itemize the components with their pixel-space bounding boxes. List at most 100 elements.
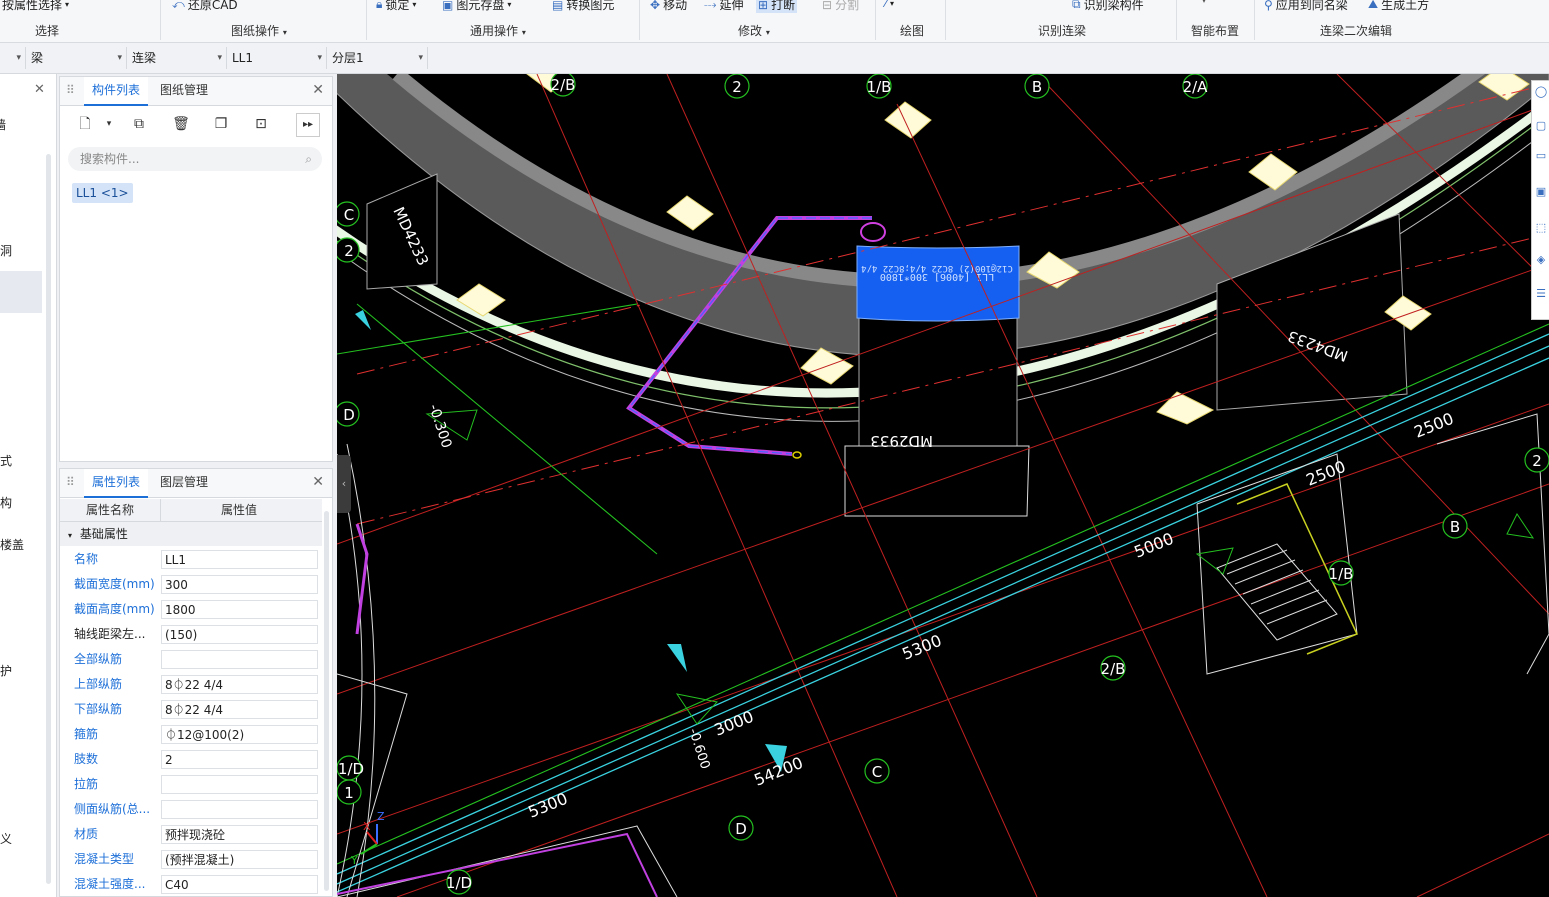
- close-icon[interactable]: ✕: [312, 82, 324, 98]
- component-selector[interactable]: LL1 ▾: [228, 47, 327, 69]
- chevron-down-icon: ▾: [412, 0, 417, 9]
- lock-button[interactable]: 🔒︎ 锁定 ▾: [376, 0, 416, 13]
- property-value-field[interactable]: [161, 650, 318, 669]
- property-row[interactable]: 混凝土强度... C40: [60, 872, 322, 897]
- draw-tool-button[interactable]: ⁄ ▾: [885, 0, 894, 10]
- property-row[interactable]: 肢数 2: [60, 747, 322, 772]
- property-value-field[interactable]: [161, 775, 318, 794]
- property-scrollbar[interactable]: [324, 511, 329, 891]
- property-row[interactable]: 截面宽度(mm) 300: [60, 572, 322, 597]
- property-value-field[interactable]: LL1: [161, 550, 318, 569]
- component-value: LL1: [232, 51, 254, 65]
- magenta-left-rebar: [355, 523, 369, 635]
- split-button[interactable]: ⊟ 分割: [822, 0, 859, 13]
- extend-button[interactable]: ⤏ 延伸: [704, 0, 744, 13]
- left-nav-scrollbar[interactable]: [46, 154, 51, 884]
- axis-label: 1/D: [446, 874, 472, 892]
- new-component-icon[interactable]: 🗋︎: [74, 113, 96, 135]
- group-label-common-ops[interactable]: 通用操作 ▾: [470, 22, 526, 39]
- box-select-icon[interactable]: ⬚: [1534, 221, 1548, 241]
- left-nav-selected-item[interactable]: [0, 271, 42, 313]
- property-value-field[interactable]: 300: [161, 575, 318, 594]
- panel-collapse-handle[interactable]: ‹: [337, 455, 351, 513]
- tab-drawing-management[interactable]: 图纸管理: [152, 77, 216, 104]
- delete-icon[interactable]: 🗑︎: [170, 113, 192, 135]
- top-view-icon[interactable]: ▣: [1534, 185, 1548, 205]
- left-nav-item[interactable]: 楼盖: [0, 536, 24, 553]
- layer-selector[interactable]: 分层1 ▾: [328, 47, 428, 69]
- left-nav-item[interactable]: 洞: [0, 242, 12, 259]
- tab-component-list[interactable]: 构件列表: [84, 77, 149, 106]
- floor-selector[interactable]: ▾: [0, 47, 26, 69]
- property-name: 下部纵筋: [74, 702, 123, 716]
- property-row[interactable]: 拉筋: [60, 772, 322, 797]
- type-selector[interactable]: 连梁 ▾: [128, 47, 227, 69]
- chevron-down-icon[interactable]: ▾: [98, 113, 120, 135]
- smart-layout-button[interactable]: ▾: [1202, 0, 1206, 5]
- tab-layer-management[interactable]: 图层管理: [152, 469, 216, 496]
- close-icon[interactable]: ✕: [34, 82, 45, 97]
- property-row[interactable]: 名称 LL1: [60, 547, 322, 572]
- rotate-view-icon[interactable]: ◯: [1534, 85, 1548, 105]
- axis-label: 2: [1532, 452, 1542, 470]
- convert-element-button[interactable]: ▤ 转换图元: [552, 0, 614, 13]
- chevron-down-icon: ▾: [890, 0, 895, 8]
- property-row[interactable]: 材质 预拌现浇砼: [60, 822, 322, 847]
- property-row[interactable]: 轴线距梁左... (150): [60, 622, 322, 647]
- drag-handle-icon[interactable]: ⠿: [66, 83, 75, 97]
- property-row[interactable]: 侧面纵筋(总...: [60, 797, 322, 822]
- 3d-view-icon[interactable]: ▭: [1534, 149, 1548, 169]
- magenta-outline: [337, 832, 658, 897]
- left-nav-item[interactable]: 义: [0, 830, 12, 847]
- group-label-modify[interactable]: 修改 ▾: [738, 22, 770, 39]
- selected-beam-ll1[interactable]: [856, 245, 1020, 322]
- copy-component-icon[interactable]: ⧉: [128, 113, 150, 135]
- property-value-field[interactable]: 2: [161, 750, 318, 769]
- search-input[interactable]: 搜索构件... ⌕: [68, 147, 322, 171]
- select-by-attribute-button[interactable]: 按属性选择 ▾: [2, 0, 69, 13]
- component-item-ll1[interactable]: LL1 <1>: [72, 183, 133, 203]
- property-value-field[interactable]: 8⏀22 4/4: [161, 675, 318, 694]
- copy-to-floor-icon[interactable]: ❐: [210, 113, 232, 135]
- property-value-field[interactable]: (150): [161, 625, 318, 644]
- left-nav-item[interactable]: 护: [0, 662, 12, 679]
- perspective-icon[interactable]: ◈: [1534, 253, 1548, 273]
- recognize-beam-button[interactable]: ⧉ 识别梁构件: [1072, 0, 1144, 13]
- restore-cad-button[interactable]: ⤺ 还原CAD: [172, 0, 238, 13]
- convert-element-icon: ▤: [552, 0, 564, 12]
- property-row[interactable]: 下部纵筋 8⏀22 4/4: [60, 697, 322, 722]
- cad-canvas[interactable]: LL1 [4006] 300*1800 C12@100(2) 8C22 4/4;…: [337, 74, 1549, 897]
- category-selector[interactable]: 梁 ▾: [27, 47, 127, 69]
- break-button[interactable]: ⊞ 打断: [756, 0, 798, 13]
- property-value-field[interactable]: [161, 800, 318, 819]
- close-icon[interactable]: ✕: [312, 474, 324, 490]
- move-button[interactable]: ✥ 移动: [650, 0, 687, 13]
- apply-same-beam-button[interactable]: ⚲ 应用到同名梁: [1264, 0, 1348, 13]
- property-row[interactable]: 混凝土类型 (预拌混凝土): [60, 847, 322, 872]
- tab-property-list[interactable]: 属性列表: [84, 469, 149, 498]
- property-row[interactable]: 全部纵筋: [60, 647, 322, 672]
- list-view-icon[interactable]: ☰: [1534, 287, 1548, 307]
- import-icon[interactable]: ⊡: [250, 113, 272, 135]
- group-label-drawing-ops[interactable]: 图纸操作 ▾: [231, 22, 287, 39]
- property-value-field[interactable]: 8⏀22 4/4: [161, 700, 318, 719]
- property-row[interactable]: 上部纵筋 8⏀22 4/4: [60, 672, 322, 697]
- drag-handle-icon[interactable]: ⠿: [66, 475, 75, 489]
- left-nav-item[interactable]: 式: [0, 452, 12, 469]
- more-icon[interactable]: ▸▸: [296, 113, 320, 137]
- search-icon[interactable]: ⌕: [305, 147, 312, 171]
- chevron-down-icon: ▾: [65, 0, 70, 9]
- save-element-button[interactable]: ▣ 图元存盘 ▾: [442, 0, 511, 13]
- property-group-basic[interactable]: ▾ 基础属性: [60, 522, 322, 546]
- property-row[interactable]: 截面高度(mm) 1800: [60, 597, 322, 622]
- property-value-field[interactable]: 预拌现浇砼: [161, 825, 318, 844]
- property-value-field[interactable]: C40: [161, 875, 318, 894]
- left-nav-item[interactable]: 构: [0, 494, 12, 511]
- property-row[interactable]: 箍筋 ⏀12@100(2): [60, 722, 322, 747]
- generate-earthwork-button[interactable]: ⛰︎ 生成土方: [1368, 0, 1429, 13]
- left-nav-item[interactable]: 墙: [0, 116, 6, 133]
- property-value-field[interactable]: ⏀12@100(2): [161, 725, 318, 744]
- property-value-field[interactable]: (预拌混凝土): [161, 850, 318, 869]
- 2d-view-icon[interactable]: ▢: [1534, 119, 1548, 139]
- property-value-field[interactable]: 1800: [161, 600, 318, 619]
